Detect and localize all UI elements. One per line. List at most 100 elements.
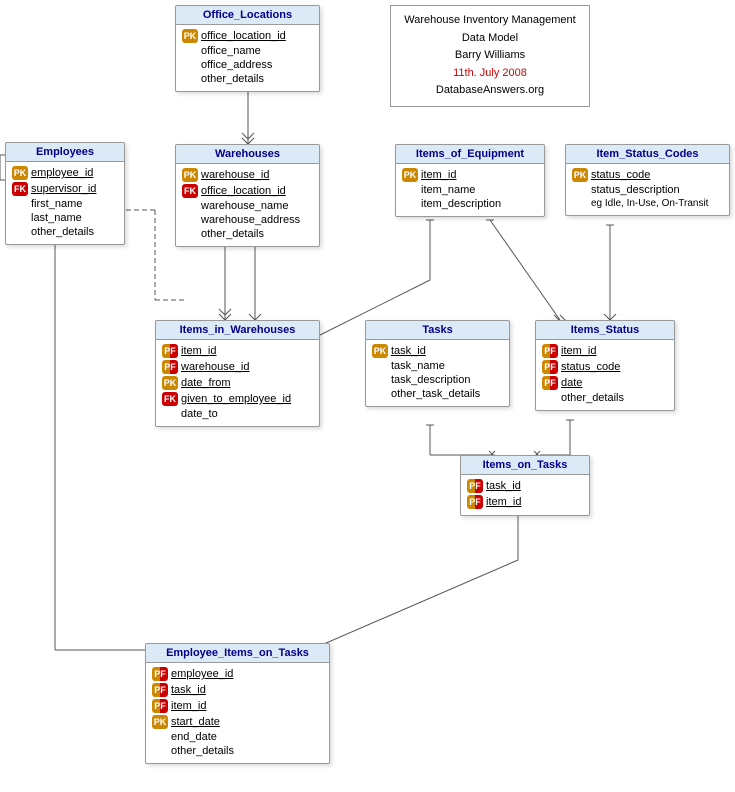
- pk-badge: PK: [162, 376, 178, 390]
- field-name: other_details: [201, 73, 264, 85]
- field-row: other_details: [152, 744, 323, 758]
- pf-badge: PF: [162, 360, 178, 374]
- entity-items-status-title: Items_Status: [536, 321, 674, 340]
- field-name: task_description: [391, 374, 471, 386]
- field-name: other_details: [201, 228, 264, 240]
- field-row: other_details: [182, 227, 313, 241]
- field-row: PF employee_id: [152, 666, 323, 682]
- field-row: warehouse_address: [182, 213, 313, 227]
- field-row: date_to: [162, 407, 313, 421]
- field-name: office_location_id: [201, 30, 286, 42]
- entity-items-of-equipment: Items_of_Equipment PK item_id item_name …: [395, 144, 545, 217]
- field-row: PF item_id: [467, 494, 583, 510]
- entity-items-on-tasks: Items_on_Tasks PF task_id PF item_id: [460, 455, 590, 516]
- entity-item-status-codes-body: PK status_code status_description eg Idl…: [566, 164, 729, 215]
- entity-office-locations: Office_Locations PK office_location_id o…: [175, 5, 320, 92]
- pk-badge: PK: [182, 168, 198, 182]
- field-row: office_address: [182, 58, 313, 72]
- pf-badge: PF: [162, 344, 178, 358]
- entity-item-status-codes-title: Item_Status_Codes: [566, 145, 729, 164]
- field-name: task_id: [171, 684, 206, 696]
- field-name: warehouse_id: [181, 361, 250, 373]
- entity-items-in-warehouses: Items_in_Warehouses PF item_id PF wareho…: [155, 320, 320, 427]
- field-name: item_id: [181, 345, 216, 357]
- field-name: item_name: [421, 184, 475, 196]
- entity-employee-items-on-tasks-body: PF employee_id PF task_id PF item_id PK …: [146, 663, 329, 763]
- field-name: task_id: [486, 480, 521, 492]
- field-row: eg Idle, In-Use, On-Transit: [572, 197, 723, 210]
- entity-item-status-codes: Item_Status_Codes PK status_code status_…: [565, 144, 730, 216]
- field-name: other_details: [561, 392, 624, 404]
- field-row: first_name: [12, 197, 118, 211]
- fk-badge: FK: [182, 184, 198, 198]
- field-name: eg Idle, In-Use, On-Transit: [591, 198, 708, 209]
- pf-badge: PF: [152, 699, 168, 713]
- info-box: Warehouse Inventory Management Data Mode…: [390, 5, 590, 107]
- field-row: status_description: [572, 183, 723, 197]
- field-row: PF task_id: [467, 478, 583, 494]
- field-name: other_task_details: [391, 388, 480, 400]
- field-name: item_id: [421, 169, 456, 181]
- field-name: item_id: [561, 345, 596, 357]
- field-row: PK status_code: [572, 167, 723, 183]
- field-row: PF item_id: [162, 343, 313, 359]
- entity-employee-items-on-tasks-title: Employee_Items_on_Tasks: [146, 644, 329, 663]
- field-row: last_name: [12, 211, 118, 225]
- info-date: 11th. July 2008: [401, 65, 579, 83]
- fk-badge: FK: [162, 392, 178, 406]
- field-row: PK employee_id: [12, 165, 118, 181]
- field-row: PF date: [542, 375, 668, 391]
- pf-badge: PF: [152, 667, 168, 681]
- field-name: employee_id: [171, 668, 233, 680]
- pf-badge: PF: [467, 479, 483, 493]
- info-author: Barry Williams: [401, 47, 579, 65]
- entity-warehouses-title: Warehouses: [176, 145, 319, 164]
- pf-badge: PF: [542, 344, 558, 358]
- field-name: warehouse_address: [201, 214, 300, 226]
- field-name: start_date: [171, 716, 220, 728]
- pk-badge: PK: [402, 168, 418, 182]
- field-row: FK given_to_employee_id: [162, 391, 313, 407]
- entity-tasks-body: PK task_id task_name task_description ot…: [366, 340, 509, 406]
- entity-employees-body: PK employee_id FK supervisor_id first_na…: [6, 162, 124, 244]
- field-row: warehouse_name: [182, 199, 313, 213]
- field-name: supervisor_id: [31, 183, 96, 195]
- field-name: other_details: [171, 745, 234, 757]
- field-name: item_id: [171, 700, 206, 712]
- entity-employees-title: Employees: [6, 143, 124, 162]
- field-row: other_details: [12, 225, 118, 239]
- field-row: PK warehouse_id: [182, 167, 313, 183]
- pk-badge: PK: [152, 715, 168, 729]
- entity-items-status: Items_Status PF item_id PF status_code P…: [535, 320, 675, 411]
- field-row: PK date_from: [162, 375, 313, 391]
- field-row: PF task_id: [152, 682, 323, 698]
- pf-badge: PF: [467, 495, 483, 509]
- field-name: status_code: [561, 361, 620, 373]
- fk-badge: FK: [12, 182, 28, 196]
- field-row: PK task_id: [372, 343, 503, 359]
- pf-badge: PF: [152, 683, 168, 697]
- field-row: PF status_code: [542, 359, 668, 375]
- field-row: office_name: [182, 44, 313, 58]
- field-name: warehouse_name: [201, 200, 288, 212]
- diagram-container: Warehouse Inventory Management Data Mode…: [0, 0, 735, 792]
- entity-items-on-tasks-title: Items_on_Tasks: [461, 456, 589, 475]
- pf-badge: PF: [542, 360, 558, 374]
- entity-office-locations-body: PK office_location_id office_name office…: [176, 25, 319, 91]
- field-name: status_code: [591, 169, 650, 181]
- field-row: PK start_date: [152, 714, 323, 730]
- field-row: end_date: [152, 730, 323, 744]
- field-name: date: [561, 377, 582, 389]
- entity-warehouses-body: PK warehouse_id FK office_location_id wa…: [176, 164, 319, 246]
- field-row: FK supervisor_id: [12, 181, 118, 197]
- entity-employee-items-on-tasks: Employee_Items_on_Tasks PF employee_id P…: [145, 643, 330, 764]
- entity-items-on-tasks-body: PF task_id PF item_id: [461, 475, 589, 515]
- entity-office-locations-title: Office_Locations: [176, 6, 319, 25]
- field-name: status_description: [591, 184, 680, 196]
- info-title: Warehouse Inventory Management Data Mode…: [401, 12, 579, 47]
- field-name: end_date: [171, 731, 217, 743]
- field-name: date_from: [181, 377, 231, 389]
- field-name: employee_id: [31, 167, 93, 179]
- field-row: other_details: [182, 72, 313, 86]
- field-name: task_name: [391, 360, 445, 372]
